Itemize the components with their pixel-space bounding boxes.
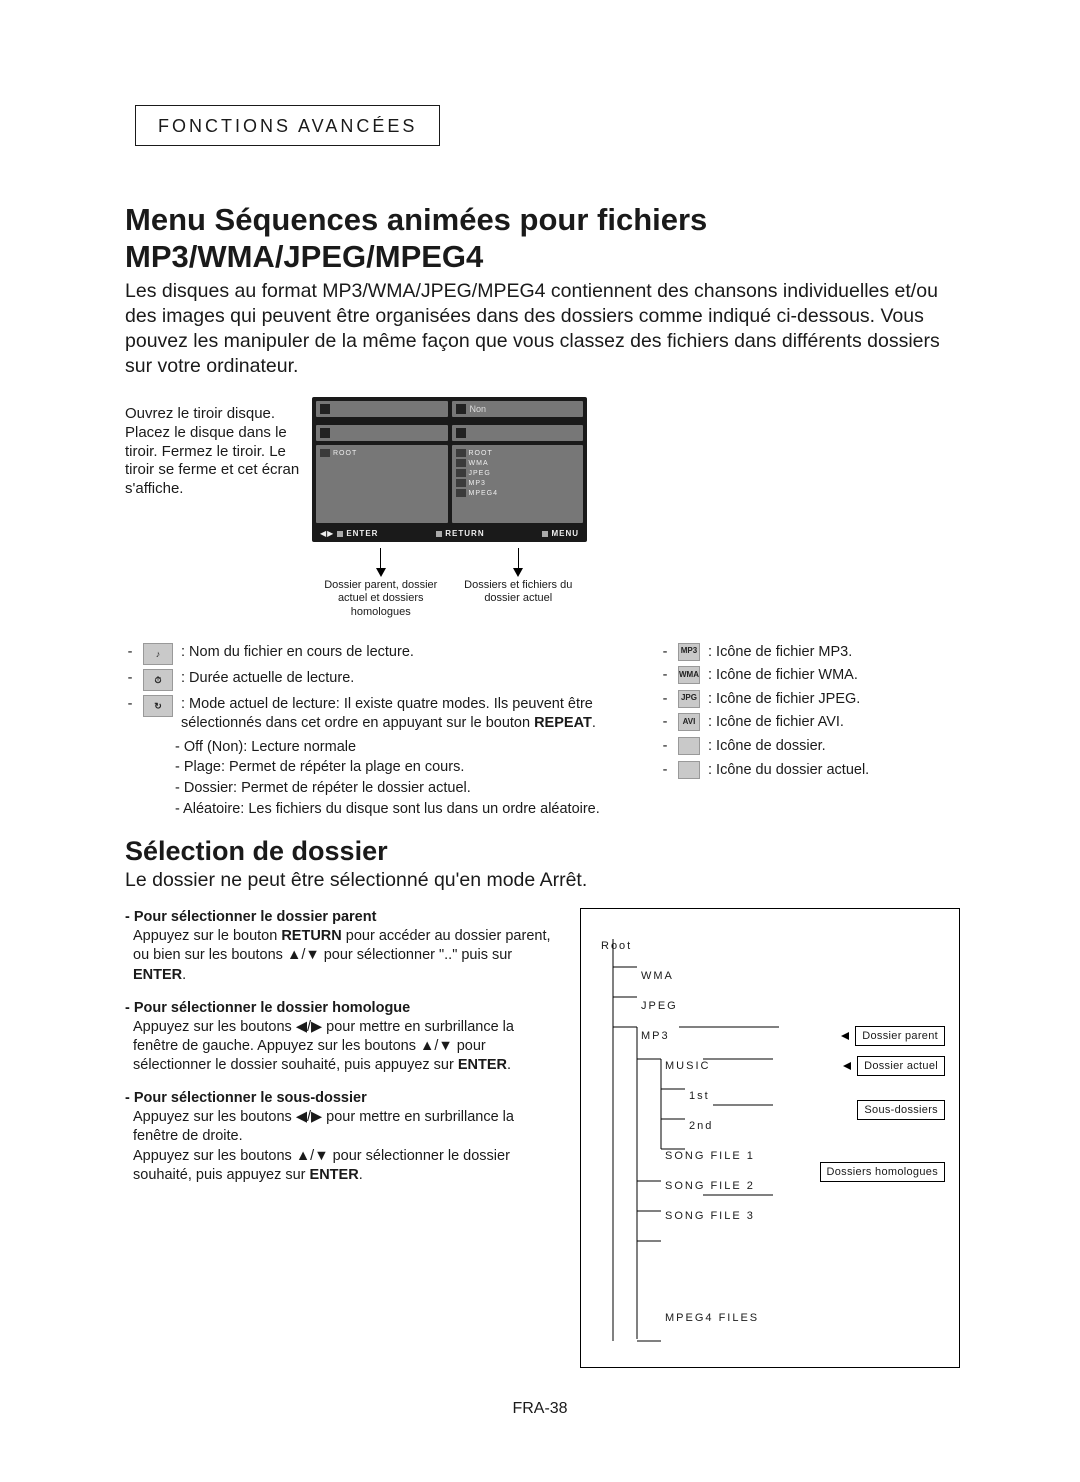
left-arrow-icon <box>841 1032 849 1040</box>
tree-first: 1st <box>689 1090 710 1102</box>
osd-right-item: MPEG4 <box>469 490 499 497</box>
repeat-off: - Off (Non): Lecture normale <box>175 738 632 758</box>
tree-box-parent: Dossier parent <box>855 1026 945 1046</box>
wma-file-icon <box>678 666 700 684</box>
repeat-modes-list: - Off (Non): Lecture normale - Plage: Pe… <box>125 738 632 819</box>
tree-second: 2nd <box>689 1120 713 1132</box>
osd-footer-return: RETURN <box>445 529 484 538</box>
tree-box-peer: Dossiers homologues <box>820 1162 945 1182</box>
legend-folder: : Icône de dossier. <box>708 737 960 757</box>
section2-lead: Le dossier ne peut être sélectionné qu'e… <box>125 869 960 892</box>
select-peer-body: Appuyez sur les boutons ◀/▶ pour mettre … <box>125 1018 554 1075</box>
select-peer-title: - Pour sélectionner le dossier homologue <box>125 999 554 1018</box>
legend-avi: : Icône de fichier AVI. <box>708 713 960 733</box>
repeat-random: - Aléatoire: Les fichiers du disque sont… <box>175 800 632 820</box>
page-title: Menu Séquences animées pour fichiers MP3… <box>125 201 960 275</box>
step-instructions: Ouvrez le tiroir disque. Placez le disqu… <box>125 405 300 499</box>
icon-legend: - ♪ : Nom du fichier en cours de lecture… <box>125 643 960 820</box>
folder-selection-instructions: - Pour sélectionner le dossier parent Ap… <box>125 908 554 1199</box>
legend-duration: : Durée actuelle de lecture. <box>181 669 632 689</box>
intro-paragraph: Les disques au format MP3/WMA/JPEG/MPEG4… <box>125 279 960 379</box>
down-arrow-icon <box>312 542 450 577</box>
legend-wma: : Icône de fichier WMA. <box>708 666 960 686</box>
page: FONCTIONS AVANCÉES Menu Séquences animée… <box>0 0 1080 1428</box>
osd-right-item: MP3 <box>469 480 486 487</box>
select-sub-title: - Pour sélectionner le sous-dossier <box>125 1089 554 1108</box>
osd-callout-right: Dossiers et fichiers du dossier actuel <box>450 577 588 619</box>
tree-jpeg: JPEG <box>641 1000 678 1012</box>
legend-mp3: : Icône de fichier MP3. <box>708 643 960 663</box>
tree-song2: SONG FILE 2 <box>665 1180 755 1192</box>
tree-root: Root <box>601 940 632 952</box>
osd-footer-enter: ENTER <box>346 529 378 538</box>
clock-icon: ⏱ <box>143 669 173 691</box>
repeat-icon: ↻ <box>143 695 173 717</box>
legend-jpeg: : Icône de fichier JPEG. <box>708 690 960 710</box>
folder-selection-row: - Pour sélectionner le dossier parent Ap… <box>125 908 960 1368</box>
tree-box-current: Dossier actuel <box>857 1056 945 1076</box>
avi-file-icon <box>678 713 700 731</box>
osd-right-item: ROOT <box>469 450 493 457</box>
tree-wma: WMA <box>641 970 674 982</box>
osd-left-item: ROOT <box>333 450 357 457</box>
osd-block: Non ROOT ROOT WMA JPEG MP3 MPEG4 <box>312 397 587 619</box>
tree-mp3: MP3 <box>641 1030 670 1042</box>
osd-top-right: Non <box>470 404 487 414</box>
legend-name: : Nom du fichier en cours de lecture. <box>181 643 632 663</box>
folder-tree-diagram: Root WMA JPEG MP3 Dossier parent MUSIC D… <box>580 908 960 1368</box>
repeat-track: - Plage: Permet de répéter la plage en c… <box>175 758 632 778</box>
legend-right-column: -: Icône de fichier MP3. -: Icône de fic… <box>660 643 960 820</box>
tree-music: MUSIC <box>665 1060 710 1072</box>
mp3-file-icon <box>678 643 700 661</box>
section2-title: Sélection de dossier <box>125 836 960 867</box>
select-parent-title: - Pour sélectionner le dossier parent <box>125 908 554 927</box>
current-folder-icon <box>678 761 700 779</box>
osd-illustration-row: Ouvrez le tiroir disque. Placez le disqu… <box>125 397 960 619</box>
osd-right-item: JPEG <box>469 470 491 477</box>
tree-mpeg4: MPEG4 FILES <box>665 1312 759 1324</box>
tree-song1: SONG FILE 1 <box>665 1150 755 1162</box>
osd-screen: Non ROOT ROOT WMA JPEG MP3 MPEG4 <box>312 397 587 542</box>
legend-left-column: - ♪ : Nom du fichier en cours de lecture… <box>125 643 632 820</box>
filename-icon: ♪ <box>143 643 173 665</box>
down-arrow-icon <box>450 542 588 577</box>
osd-right-item: WMA <box>469 460 489 467</box>
section-tag: FONCTIONS AVANCÉES <box>135 105 440 146</box>
select-parent-body: Appuyez sur le bouton RETURN pour accéde… <box>125 927 554 984</box>
tree-song3: SONG FILE 3 <box>665 1210 755 1222</box>
legend-folder-cur: : Icône du dossier actuel. <box>708 761 960 781</box>
folder-icon <box>678 737 700 755</box>
osd-footer-menu: MENU <box>551 529 579 538</box>
page-number: FRA-38 <box>0 1400 1080 1418</box>
legend-mode: : Mode actuel de lecture: Il existe quat… <box>181 695 632 734</box>
repeat-folder: - Dossier: Permet de répéter le dossier … <box>175 779 632 799</box>
select-sub-body: Appuyez sur les boutons ◀/▶ pour mettre … <box>125 1108 554 1185</box>
left-arrow-icon <box>843 1062 851 1070</box>
jpeg-file-icon <box>678 690 700 708</box>
osd-callout-left: Dossier parent, dossier actuel et dossie… <box>312 577 450 619</box>
